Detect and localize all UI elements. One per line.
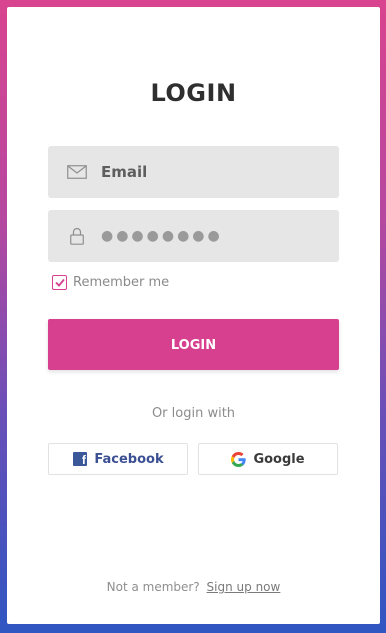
lock-icon	[67, 226, 87, 246]
check-icon	[54, 278, 65, 287]
password-field-container[interactable]	[48, 210, 339, 262]
email-input[interactable]	[101, 157, 321, 187]
password-input[interactable]	[101, 221, 321, 251]
remember-me[interactable]: Remember me	[52, 275, 169, 290]
facebook-label: Facebook	[94, 451, 164, 467]
remember-checkbox[interactable]	[52, 275, 67, 290]
remember-label: Remember me	[73, 275, 170, 290]
email-field-container[interactable]	[48, 146, 339, 198]
envelope-icon	[67, 162, 87, 182]
google-label: Google	[253, 451, 305, 467]
login-button[interactable]: LOGIN	[48, 319, 339, 370]
page-title: LOGIN	[150, 79, 237, 107]
login-card: LOGIN Remember me LOGIN Or login with	[7, 7, 380, 624]
google-login-button[interactable]: Google	[198, 443, 338, 475]
signup-footer: Not a member? Sign up now	[7, 580, 380, 594]
signup-link[interactable]: Sign up now	[207, 580, 281, 594]
facebook-login-button[interactable]: f Facebook	[48, 443, 188, 475]
facebook-icon: f	[72, 452, 87, 467]
alt-login-text: Or login with	[151, 406, 236, 421]
google-icon	[231, 451, 247, 467]
signup-prompt: Not a member?	[106, 580, 200, 594]
